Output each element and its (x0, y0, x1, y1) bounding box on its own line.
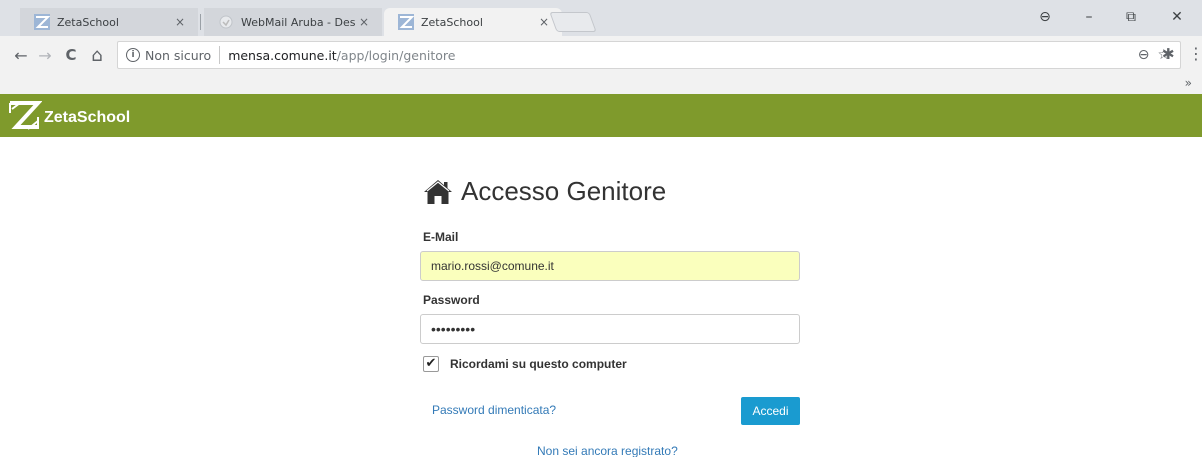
url-path: /app/login/genitore (336, 47, 456, 63)
home-icon (424, 179, 452, 204)
tab-close-icon[interactable]: × (536, 14, 552, 30)
tab-close-icon[interactable]: × (172, 14, 188, 30)
remember-me-checkbox[interactable]: ✔ (423, 356, 439, 372)
close-window-button[interactable]: ✕ (1160, 4, 1194, 30)
browser-toolbar: ← → C ⌂ i Non sicuro mensa.comune.it/app… (0, 36, 1202, 74)
info-icon: i (126, 48, 140, 62)
email-field[interactable]: mario.rossi@comune.it (420, 251, 800, 281)
tab-zetaschool-1[interactable]: ZetaSchool × (20, 8, 198, 36)
tab-title: ZetaSchool (57, 15, 119, 29)
tab-close-icon[interactable]: × (356, 14, 372, 30)
webmail-favicon-icon (219, 15, 233, 29)
zetaschool-logo-icon (9, 100, 42, 130)
remember-me-label: Ricordami su questo computer (450, 357, 627, 371)
address-bar[interactable]: i Non sicuro mensa.comune.it/app/login/g… (117, 41, 1181, 69)
reload-icon[interactable]: C (60, 44, 82, 66)
forward-icon[interactable]: → (34, 44, 56, 66)
security-indicator[interactable]: i Non sicuro (126, 48, 211, 63)
bookmarks-bar: » (0, 74, 1202, 94)
tab-title: ZetaSchool (421, 15, 483, 29)
extension-icon[interactable]: ✱ (1162, 45, 1175, 63)
back-icon[interactable]: ← (10, 44, 32, 66)
brand-link[interactable]: ZetaSchool (8, 99, 130, 133)
tab-zetaschool-active[interactable]: ZetaSchool × (384, 8, 562, 36)
brand-name: ZetaSchool (44, 108, 131, 126)
security-label: Non sicuro (145, 47, 212, 63)
browser-tab-strip: ZetaSchool × WebMail Aruba - Deskto × Ze… (0, 0, 1202, 36)
email-label: E-Mail (423, 230, 459, 244)
app-header: ZetaSchool (0, 94, 1202, 137)
tab-separator (200, 14, 201, 30)
password-label: Password (423, 293, 480, 307)
browser-menu-icon[interactable]: ⋮ (1188, 44, 1202, 63)
bookmarks-overflow-icon[interactable]: » (1185, 76, 1192, 90)
new-tab-button[interactable] (549, 12, 597, 32)
restore-button[interactable]: ⧉ (1114, 4, 1148, 30)
page-title-text: Accesso Genitore (461, 176, 667, 206)
zoom-icon[interactable]: ⊖ (1138, 47, 1150, 63)
zetaschool-favicon-icon (398, 14, 414, 30)
tab-title: WebMail Aruba - Deskto (241, 15, 356, 29)
password-field[interactable]: ••••••••• (420, 314, 800, 344)
url-host: mensa.comune.it (228, 47, 337, 63)
forgot-password-link[interactable]: Password dimenticata? (432, 403, 556, 417)
tab-webmail[interactable]: WebMail Aruba - Deskto × (204, 8, 382, 36)
login-button[interactable]: Accedi (741, 397, 800, 425)
address-divider (219, 46, 221, 64)
zetaschool-favicon-icon (34, 14, 50, 30)
register-link[interactable]: Non sei ancora registrato? (537, 444, 678, 457)
page-title: Accesso Genitore (423, 176, 666, 207)
profile-icon[interactable]: ⊖ (1028, 4, 1062, 30)
minimize-button[interactable]: – (1072, 4, 1106, 30)
remember-me-option[interactable]: ✔ Ricordami su questo computer (423, 356, 627, 372)
home-nav-icon[interactable]: ⌂ (86, 44, 108, 66)
